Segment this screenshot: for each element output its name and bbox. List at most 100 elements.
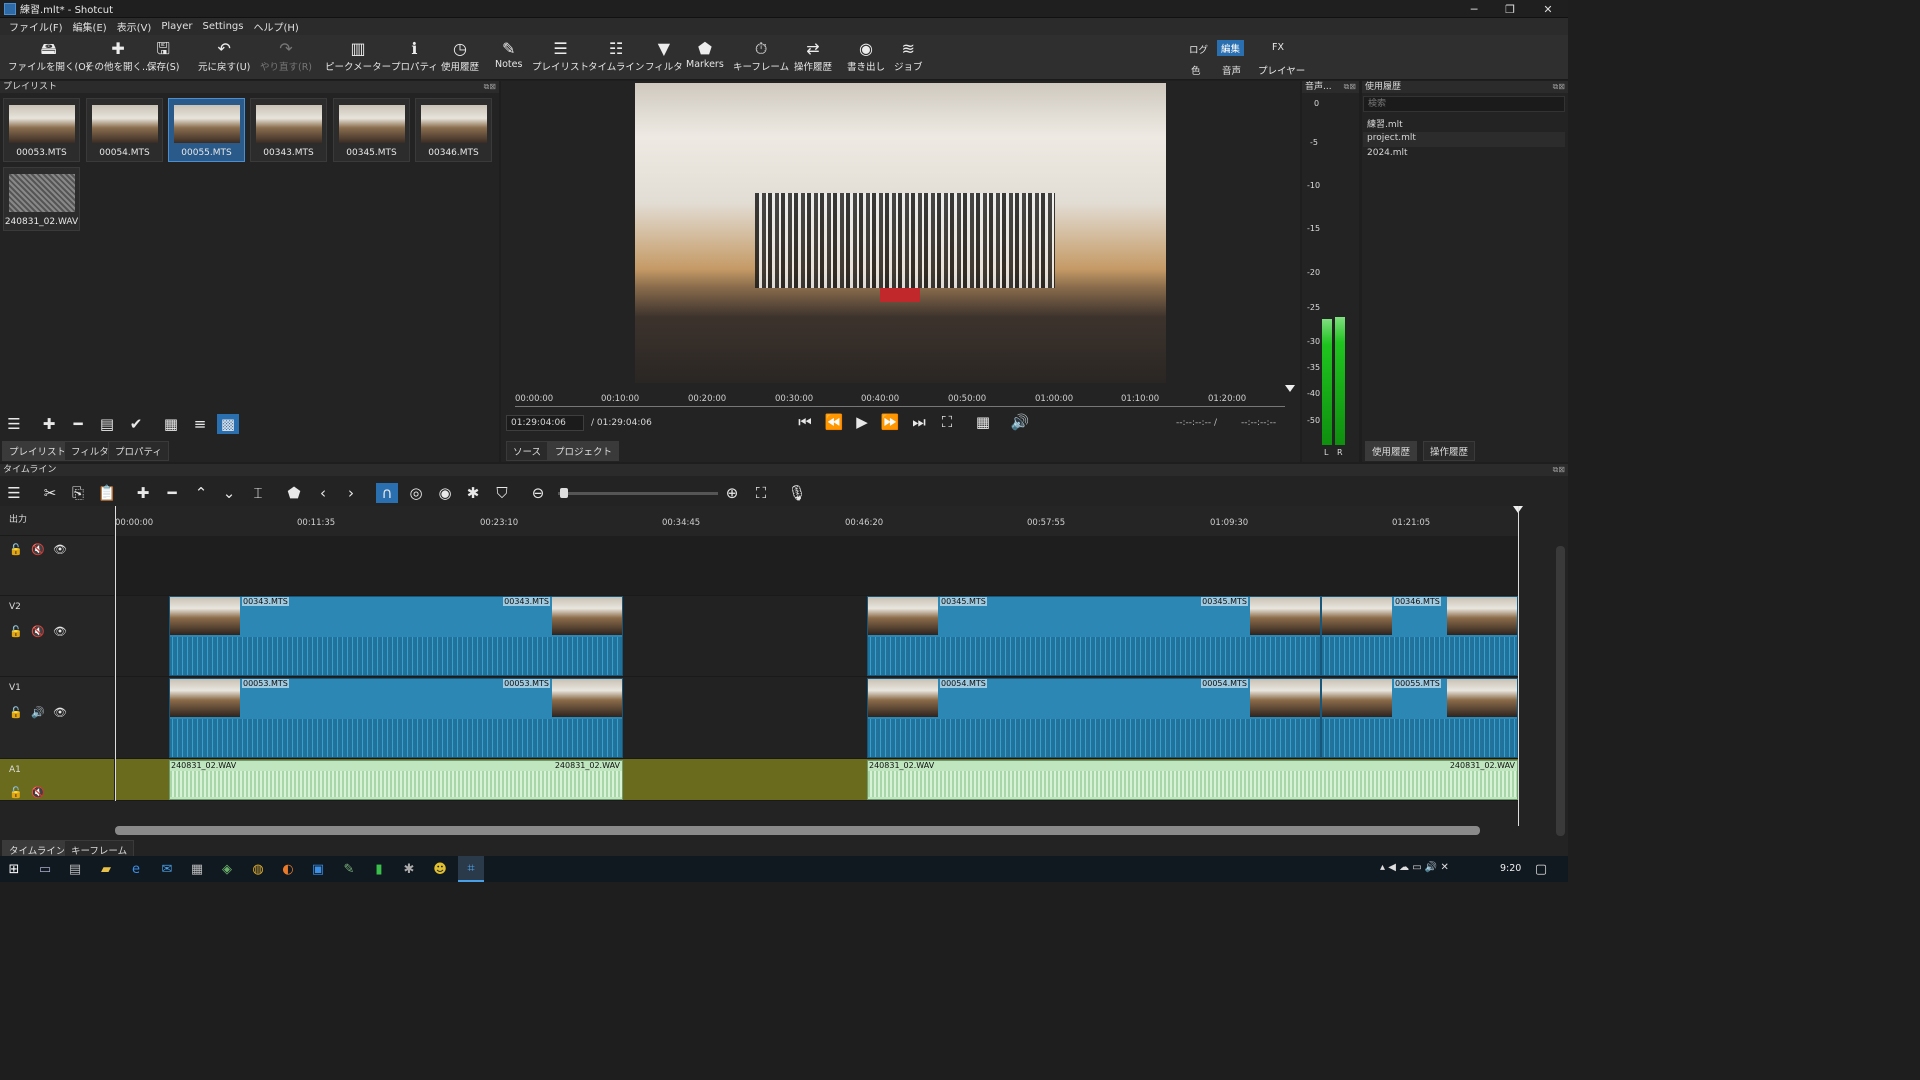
playlist-item[interactable]: 00053.MTS [3, 98, 80, 162]
recent-button[interactable]: ◷ 使用履歴 [441, 39, 479, 73]
lift-icon[interactable]: ⌃ [190, 483, 212, 503]
panel-float-close-icon[interactable]: ⧉⊠ [1553, 81, 1565, 93]
mute-icon[interactable]: 🔇 [31, 625, 45, 638]
lock-icon[interactable]: 🔓 [9, 625, 23, 638]
cut-icon[interactable]: ✂ [39, 483, 61, 503]
remove-icon[interactable]: ━ [67, 414, 89, 434]
chrome-icon[interactable]: ◍ [247, 858, 269, 880]
details-view-icon[interactable]: ▦ [160, 414, 182, 434]
timeline-clip[interactable]: 00346.MTS [1321, 596, 1518, 676]
zoom-in-icon[interactable]: ⊕ [721, 483, 743, 503]
peak-meter-button[interactable]: ▥ ピークメーター [325, 39, 391, 73]
taskbar-app-icon[interactable]: ✱ [398, 858, 420, 880]
zoom-slider-handle[interactable] [560, 488, 568, 498]
record-audio-icon[interactable]: 🎙 [786, 483, 808, 503]
layout-color[interactable]: 色 [1187, 62, 1205, 78]
zoom-out-icon[interactable]: ⊖ [527, 483, 549, 503]
jobs-button[interactable]: ≋ ジョブ [894, 39, 923, 73]
timeline-ruler[interactable]: 00:00:00 00:11:35 00:23:10 00:34:45 00:4… [115, 506, 1523, 536]
notification-icon[interactable]: ▢ [1530, 858, 1552, 880]
ripple-all-icon[interactable]: ✱ [462, 483, 484, 503]
tab-playlist[interactable]: プレイリスト [2, 441, 74, 461]
timeline-playhead-line[interactable] [1518, 506, 1519, 826]
playlist-item[interactable]: 00054.MTS [86, 98, 163, 162]
ripple-delete-icon[interactable]: ━ [161, 483, 183, 503]
overwrite-icon[interactable]: ⌄ [218, 483, 240, 503]
taskbar-clock[interactable]: 9:20 [1500, 863, 1521, 874]
marker-icon[interactable]: ⬟ [283, 483, 305, 503]
eye-icon[interactable]: 👁 [53, 543, 67, 556]
timeline-clip[interactable]: 00054.MTS 00054.MTS [867, 678, 1321, 758]
panel-float-close-icon[interactable]: ⧉⊠ [1344, 81, 1356, 93]
tab-history[interactable]: 操作履歴 [1423, 441, 1476, 461]
eye-icon[interactable]: 👁 [53, 706, 67, 719]
lock-icon[interactable]: 🔓 [9, 543, 23, 556]
split-icon[interactable]: ⌶ [247, 483, 269, 503]
edge-icon[interactable]: e [125, 858, 147, 880]
scrub-eye-icon[interactable]: ◎ [405, 483, 427, 503]
open-file-button[interactable]: 🖴 ファイルを開く(O) [8, 39, 89, 73]
menu-help[interactable]: ヘルプ(H) [248, 19, 303, 34]
menu-player[interactable]: Player [156, 21, 197, 32]
minimize-button[interactable]: ─ [1456, 0, 1492, 18]
layout-audio[interactable]: 音声 [1218, 62, 1245, 78]
grid-icon[interactable]: ▦ [972, 412, 994, 432]
update-icon[interactable]: ▤ [96, 414, 118, 434]
playlist-item[interactable]: 00345.MTS [333, 98, 410, 162]
tab-recent[interactable]: 使用履歴 [1365, 441, 1418, 461]
tab-project[interactable]: プロジェクト [548, 441, 620, 461]
taskbar-app-icon[interactable]: ☻ [429, 858, 451, 880]
restore-button[interactable]: ❐ [1492, 0, 1528, 18]
skip-previous-icon[interactable]: ⏮ [794, 412, 816, 432]
player-ruler[interactable]: 00:00:00 00:10:00 00:20:00 00:30:00 00:4… [515, 385, 1295, 407]
play-icon[interactable]: ▶ [851, 412, 873, 432]
playlist-item[interactable]: 240831_02.WAV [3, 167, 80, 231]
tab-properties[interactable]: プロパティ [108, 441, 169, 461]
playlist-item[interactable]: 00343.MTS [250, 98, 327, 162]
undo-button[interactable]: ↶ 元に戻す(U) [198, 39, 250, 73]
timeline-clip[interactable]: 00343.MTS 00343.MTS [169, 596, 623, 676]
layout-edit[interactable]: 編集 [1217, 40, 1245, 56]
menu-file[interactable]: ファイル(F) [4, 19, 68, 34]
recent-search-input[interactable] [1363, 96, 1565, 112]
save-button[interactable]: 🖫 保存(S) [147, 39, 179, 73]
playlist-item[interactable]: 00346.MTS [415, 98, 492, 162]
playlist-menu-icon[interactable]: ☰ [3, 414, 25, 434]
audio-clip[interactable]: 240831_02.WAV 240831_02.WAV [169, 760, 623, 800]
export-button[interactable]: ◉ 書き出し [847, 39, 885, 73]
icon-view-icon[interactable]: ▩ [217, 414, 239, 434]
panel-float-close-icon[interactable]: ⧉⊠ [484, 81, 496, 93]
start-icon[interactable]: ⊞ [3, 858, 25, 880]
ripple-icon[interactable]: ◉ [434, 483, 456, 503]
check-icon[interactable]: ✔ [125, 414, 147, 434]
mute-icon[interactable]: 🔇 [31, 786, 45, 799]
previous-marker-icon[interactable]: ‹ [312, 483, 334, 503]
audio-clip[interactable]: 240831_02.WAV 240831_02.WAV [867, 760, 1518, 800]
line-icon[interactable]: ▮ [368, 858, 390, 880]
firefox-icon[interactable]: ◐ [277, 858, 299, 880]
menu-view[interactable]: 表示(V) [112, 19, 157, 34]
rewind-icon[interactable]: ⏪ [823, 412, 845, 432]
timeline-menu-icon[interactable]: ☰ [3, 483, 25, 503]
add-icon[interactable]: ✚ [38, 414, 60, 434]
recent-item[interactable]: 2024.mlt [1363, 147, 1565, 162]
volume-icon[interactable]: 🔊 [1009, 412, 1031, 432]
layout-fx[interactable]: FX [1268, 41, 1288, 54]
recent-item[interactable]: project.mlt [1363, 132, 1565, 147]
mail-icon[interactable]: ✉ [156, 858, 178, 880]
paste-icon[interactable]: 📋 [96, 483, 118, 503]
recent-item[interactable]: 練習.mlt [1363, 116, 1565, 131]
timeline-button[interactable]: ☷ タイムライン [588, 39, 644, 73]
playlist-button[interactable]: ☰ プレイリスト [532, 39, 589, 73]
shotcut-taskbar-icon[interactable]: ⌗ [458, 856, 484, 882]
notes-button[interactable]: ✎ Notes [495, 39, 522, 70]
calculator-icon[interactable]: ▦ [186, 858, 208, 880]
zoom-fit-icon[interactable]: ⛶ [750, 483, 772, 503]
playlist-item-selected[interactable]: 00055.MTS [168, 98, 245, 162]
timeline-clip[interactable]: 00053.MTS 00053.MTS [169, 678, 623, 758]
next-marker-icon[interactable]: › [340, 483, 362, 503]
filters-button[interactable]: ▼ フィルタ [645, 39, 683, 73]
position-timecode-input[interactable]: 01:29:04:06 [506, 415, 584, 431]
taskbar-app-icon[interactable]: ▤ [64, 858, 86, 880]
tab-source[interactable]: ソース [506, 441, 549, 461]
